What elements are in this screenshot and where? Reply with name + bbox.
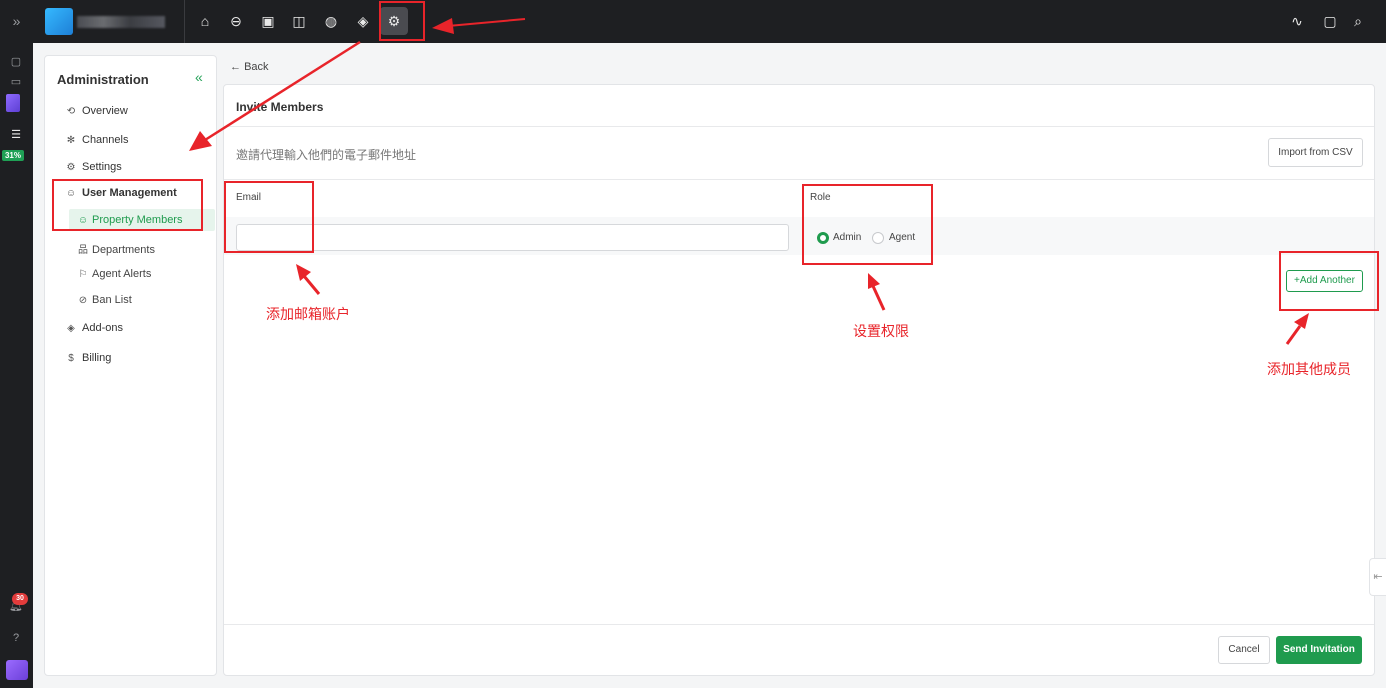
checklist-icon[interactable]: ☰ (8, 127, 24, 143)
sidebar-item-ban-list[interactable]: ⊘ Ban List (77, 294, 132, 306)
back-link[interactable]: ← Back (230, 61, 269, 73)
annotation-add-text: 添加其他成员 (1267, 361, 1351, 377)
chat-bubble-icon[interactable]: ▭ (8, 74, 24, 90)
person-card-icon[interactable]: ▢ (8, 54, 24, 70)
send-invitation-button[interactable]: Send Invitation (1276, 636, 1362, 664)
search-icon[interactable]: ⌕ (1348, 11, 1368, 31)
sidebar-item-settings[interactable]: ⚙ Settings (65, 161, 122, 173)
annotation-box-user-management (52, 179, 203, 231)
home-icon[interactable]: ⌂ (195, 11, 215, 31)
left-rail: » ▢ ▭ ☰ 31% 🔔︎ 30 ? (0, 0, 33, 688)
sidebar-item-overview[interactable]: ⟲ Overview (65, 105, 128, 117)
chat-icon[interactable]: ▢ (1320, 11, 1340, 31)
invite-instructions: 邀請代理輸入他們的電子郵件地址 (236, 148, 417, 162)
blurred-account-name (77, 16, 165, 28)
sidebar-item-billing[interactable]: $ Billing (65, 352, 111, 364)
sidebar-item-addons[interactable]: ◈ Add-ons (65, 322, 123, 334)
progress-badge: 31% (2, 150, 24, 161)
top-navigation-bar: ⌂ ⊖ ▣ ◫ ◍ ◈ ⚙ ∿ ▢ ⌕ (33, 0, 1386, 43)
cube-icon[interactable]: ◈ (353, 11, 373, 31)
sidebar-item-departments[interactable]: 品 Departments (77, 241, 155, 256)
inbox-icon[interactable]: ⊖ (226, 11, 246, 31)
topbar-divider (184, 0, 185, 43)
channels-icon: ✻ (66, 135, 76, 146)
user-avatar[interactable] (6, 660, 28, 680)
arrow-left-icon: ← (230, 61, 241, 73)
settings-icon: ⚙ (66, 162, 76, 173)
app-tab-icon[interactable] (6, 94, 20, 112)
contacts-icon[interactable]: ▣ (258, 11, 278, 31)
reports-icon[interactable]: ◍ (321, 11, 341, 31)
notification-count-badge: 30 (12, 593, 28, 605)
collapse-sidebar-icon[interactable]: « (195, 69, 203, 85)
import-csv-button[interactable]: Import from CSV (1268, 138, 1363, 167)
activity-icon[interactable]: ∿ (1287, 11, 1307, 31)
cancel-button[interactable]: Cancel (1218, 636, 1270, 664)
email-field[interactable] (236, 224, 789, 251)
departments-icon: 品 (78, 245, 88, 256)
administration-sidebar: Administration « ⟲ Overview ✻ Channels ⚙ Se… (44, 55, 217, 676)
divider (224, 179, 1374, 180)
addons-icon: ◈ (67, 323, 75, 334)
ban-icon: ⊘ (78, 295, 88, 306)
divider (224, 624, 1374, 625)
help-icon[interactable]: ? (8, 630, 24, 646)
invite-members-panel: Invite Members 邀請代理輸入他們的電子郵件地址 Import fr… (223, 84, 1375, 676)
sidebar-title: Administration (57, 72, 149, 87)
page-title: Invite Members (236, 100, 324, 114)
billing-dollar-icon: $ (68, 353, 74, 364)
divider (224, 126, 1374, 127)
expand-rail-icon[interactable]: » (0, 0, 33, 43)
side-panel-toggle-icon[interactable]: ⇤ (1369, 558, 1386, 596)
annotation-box-add-another (1279, 251, 1379, 311)
sidebar-item-channels[interactable]: ✻ Channels (65, 134, 129, 146)
annotation-box-role (802, 184, 933, 265)
annotation-role-text: 设置权限 (853, 323, 909, 339)
annotation-box-email (224, 181, 314, 253)
app-logo[interactable] (45, 8, 73, 35)
overview-icon: ⟲ (66, 106, 76, 117)
agent-alerts-icon: ⚐ (78, 269, 88, 280)
annotation-box-settings (379, 1, 425, 41)
knowledge-book-icon[interactable]: ◫ (289, 11, 309, 31)
sidebar-item-agent-alerts[interactable]: ⚐ Agent Alerts (77, 268, 152, 280)
annotation-email-text: 添加邮箱账户 (266, 306, 350, 322)
